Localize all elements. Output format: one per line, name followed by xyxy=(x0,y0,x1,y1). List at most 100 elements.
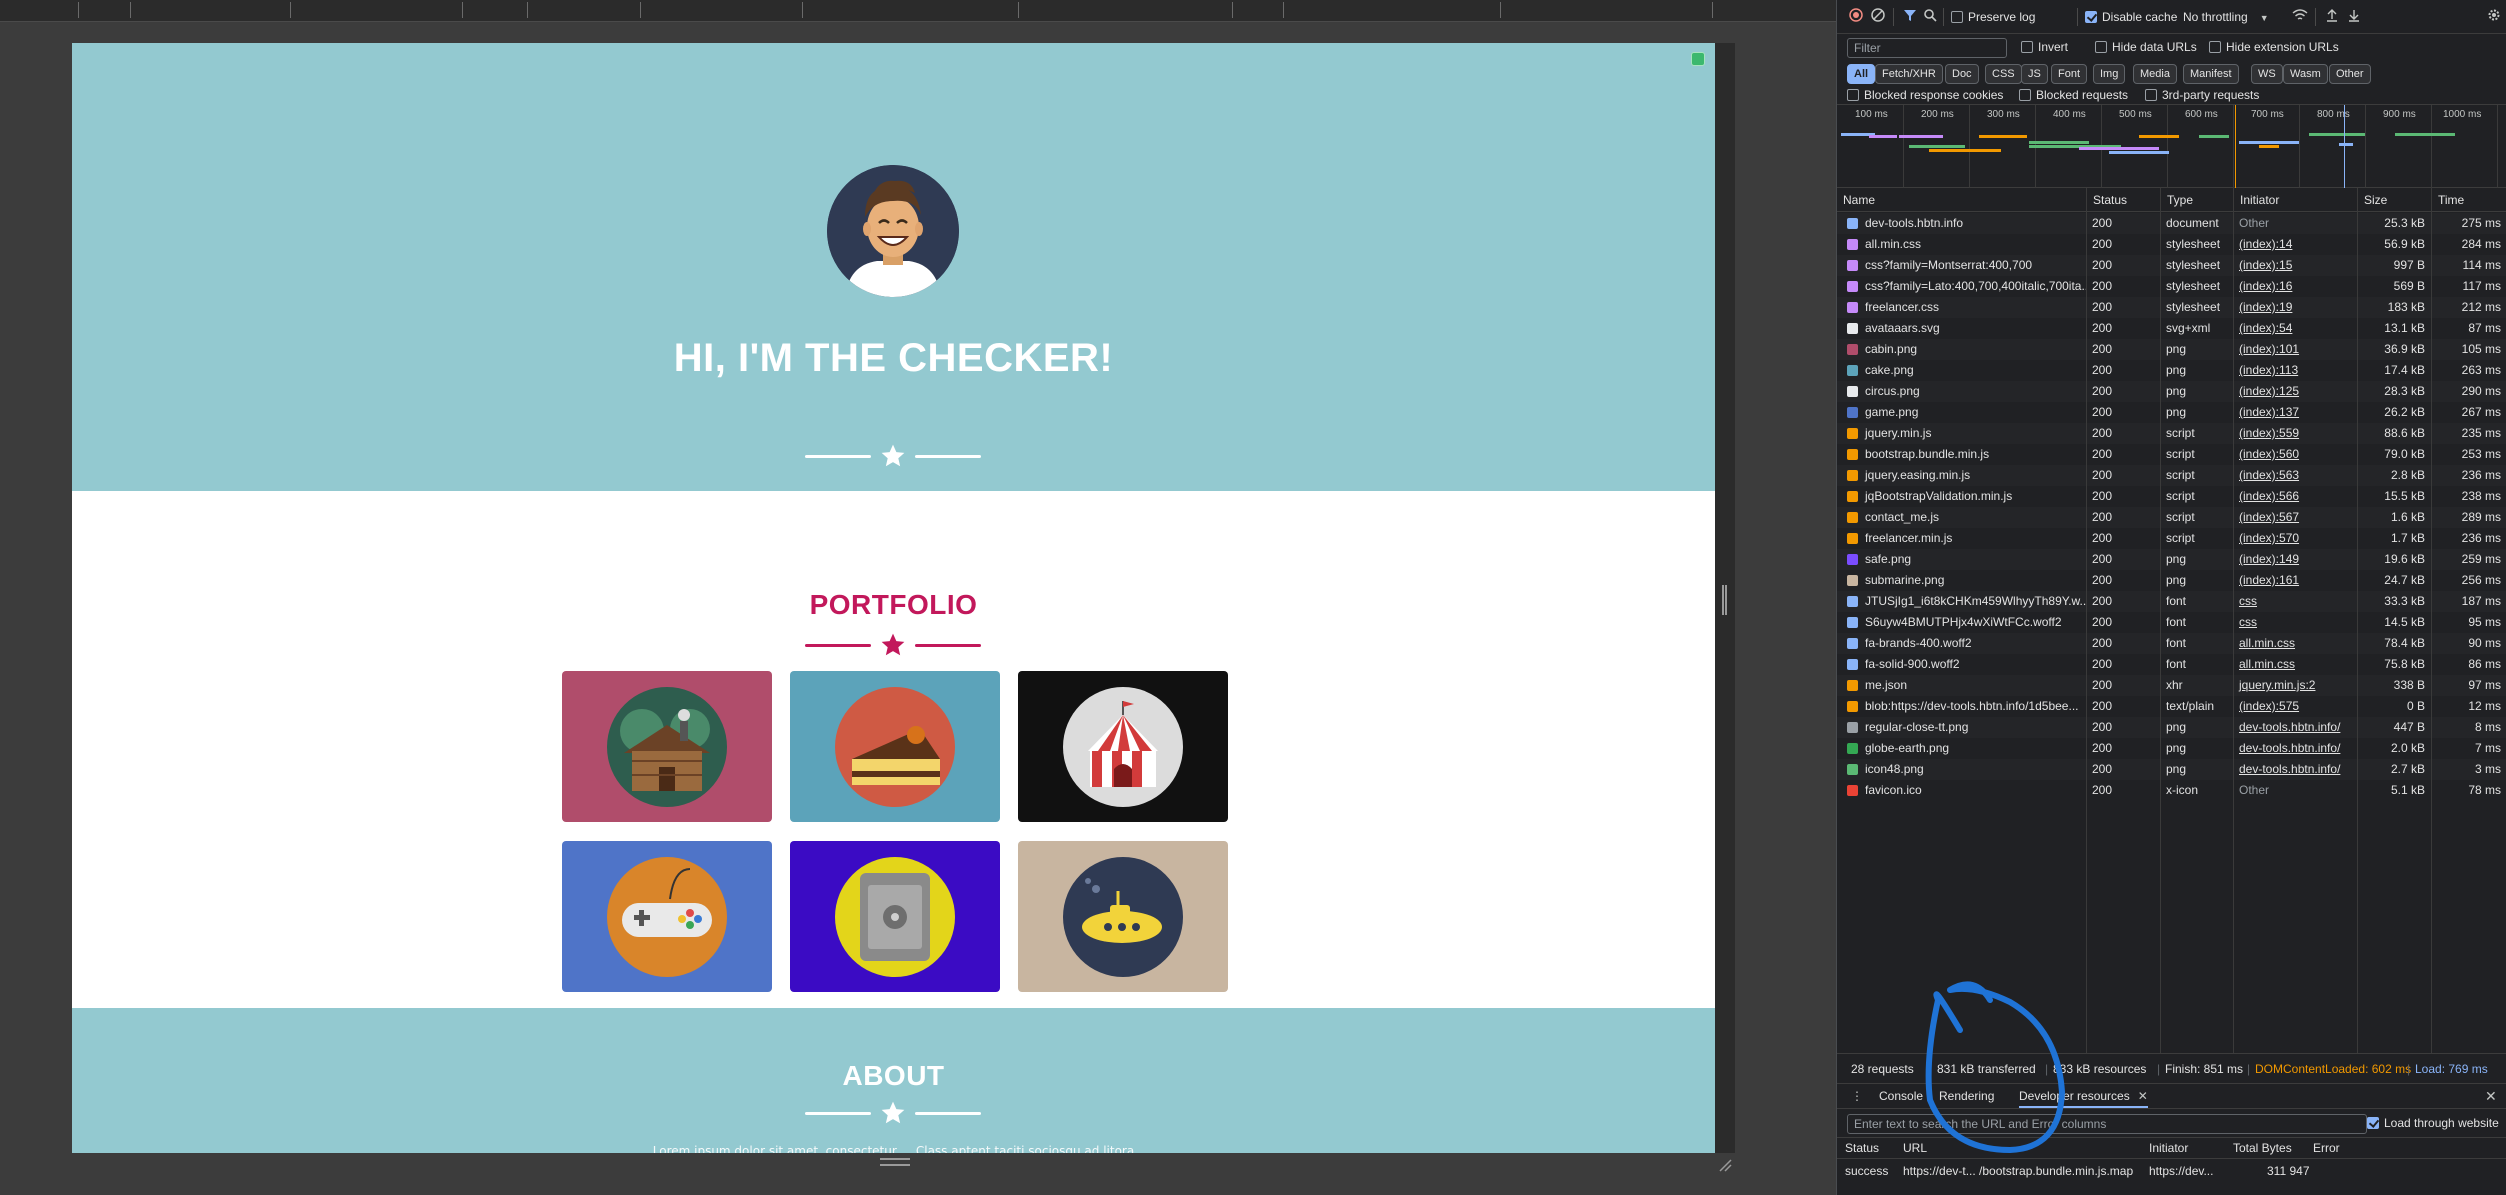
cell-initiator[interactable]: (index):149 xyxy=(2233,549,2357,570)
col-error[interactable]: Error xyxy=(2313,1138,2340,1158)
column-divider[interactable] xyxy=(2431,188,2432,1053)
tab-rendering[interactable]: Rendering xyxy=(1939,1084,1994,1108)
load-through-website-checkbox[interactable]: Load through website xyxy=(2367,1114,2499,1132)
cell-initiator[interactable]: (index):19 xyxy=(2233,297,2357,318)
tab-developer-resources[interactable]: Developer resources ✕ xyxy=(2019,1084,2148,1108)
column-divider[interactable] xyxy=(2160,188,2161,1053)
type-filter-manifest[interactable]: Manifest xyxy=(2183,64,2239,84)
resize-handle-bottom[interactable] xyxy=(880,1158,910,1166)
cell-initiator[interactable]: (index):14 xyxy=(2233,234,2357,255)
cell-initiator[interactable]: (index):161 xyxy=(2233,570,2357,591)
request-row[interactable]: all.min.css 200 stylesheet (index):14 56.9 k… xyxy=(1837,234,2506,255)
cell-initiator[interactable]: all.min.css xyxy=(2233,654,2357,675)
portfolio-tile-game[interactable] xyxy=(562,841,772,992)
developer-resource-row[interactable]: success https://dev-t... /bootstrap.bund… xyxy=(1837,1160,2506,1182)
filter-input[interactable]: Filter xyxy=(1847,38,2007,58)
request-row[interactable]: jqBootstrapValidation.min.js 200 script (in… xyxy=(1837,486,2506,507)
type-filter-media[interactable]: Media xyxy=(2133,64,2177,84)
cell-initiator[interactable]: (index):560 xyxy=(2233,444,2357,465)
portfolio-tile-cabin[interactable] xyxy=(562,671,772,822)
blocked-requests-checkbox[interactable]: Blocked requests xyxy=(2019,86,2128,104)
type-filter-img[interactable]: Img xyxy=(2093,64,2126,84)
cell-initiator[interactable]: jquery.min.js:2 xyxy=(2233,675,2357,696)
cell-initiator[interactable]: (index):566 xyxy=(2233,486,2357,507)
column-divider[interactable] xyxy=(2086,188,2087,1053)
col-total-bytes[interactable]: Total Bytes xyxy=(2233,1138,2292,1158)
request-row[interactable]: regular-close-tt.png 200 png dev-tools.hbtn… xyxy=(1837,717,2506,738)
type-filter-wasm[interactable]: Wasm xyxy=(2283,64,2328,84)
col-initiator[interactable]: Initiator xyxy=(2149,1138,2188,1158)
cell-initiator[interactable]: (index):54 xyxy=(2233,318,2357,339)
request-row[interactable]: blob:https://dev-tools.hbtn.info/1d5bee.… xyxy=(1837,696,2506,717)
request-row[interactable]: contact_me.js 200 script (index):567 1.6 kB 2… xyxy=(1837,507,2506,528)
request-row[interactable]: jquery.min.js 200 script (index):559 88.6 kB… xyxy=(1837,423,2506,444)
type-filter-fetchxhr[interactable]: Fetch/XHR xyxy=(1875,64,1943,84)
col-status[interactable]: Status xyxy=(1845,1138,1879,1158)
cell-initiator[interactable]: (index):570 xyxy=(2233,528,2357,549)
type-filter-doc[interactable]: Doc xyxy=(1945,64,1979,84)
invert-checkbox[interactable]: Invert xyxy=(2021,38,2068,56)
cell-initiator[interactable]: (index):125 xyxy=(2233,381,2357,402)
request-row[interactable]: bootstrap.bundle.min.js 200 script (index):… xyxy=(1837,444,2506,465)
col-url[interactable]: URL xyxy=(1903,1138,1927,1158)
export-har-icon[interactable] xyxy=(2345,8,2363,26)
request-row[interactable]: jquery.easing.min.js 200 script (index):563… xyxy=(1837,465,2506,486)
request-row[interactable]: globe-earth.png 200 png dev-tools.hbtn.info… xyxy=(1837,738,2506,759)
request-row[interactable]: cabin.png 200 png (index):101 36.9 kB 105 ms xyxy=(1837,339,2506,360)
close-drawer-icon[interactable]: ✕ xyxy=(2485,1084,2497,1108)
cell-initiator[interactable]: (index):559 xyxy=(2233,423,2357,444)
col-initiator[interactable]: Initiator xyxy=(2233,188,2357,212)
col-status[interactable]: Status xyxy=(2086,188,2160,212)
portfolio-tile-cake[interactable] xyxy=(790,671,1000,822)
request-row[interactable]: submarine.png 200 png (index):161 24.7 kB 256… xyxy=(1837,570,2506,591)
request-row[interactable]: css?family=Lato:400,700,400italic,700ita… xyxy=(1837,276,2506,297)
type-filter-js[interactable]: JS xyxy=(2021,64,2048,84)
request-row[interactable]: icon48.png 200 png dev-tools.hbtn.info/2.7 … xyxy=(1837,759,2506,780)
cell-initiator[interactable]: dev-tools.hbtn.info/ xyxy=(2233,717,2357,738)
cell-initiator[interactable]: (index):575 xyxy=(2233,696,2357,717)
col-name[interactable]: Name xyxy=(1837,188,2086,212)
request-row[interactable]: cake.png 200 png (index):113 17.4 kB 263 ms xyxy=(1837,360,2506,381)
developer-resources-search-input[interactable]: Enter text to search the URL and Error c… xyxy=(1847,1114,2367,1134)
extension-icon[interactable] xyxy=(1691,52,1705,66)
column-divider[interactable] xyxy=(2233,188,2234,1053)
request-row[interactable]: me.json 200 xhr jquery.min.js:2 338 B 97 ms xyxy=(1837,675,2506,696)
disable-cache-checkbox[interactable]: Disable cache xyxy=(2085,8,2177,26)
type-filter-ws[interactable]: WS xyxy=(2251,64,2283,84)
settings-gear-icon[interactable] xyxy=(2485,8,2503,26)
type-filter-font[interactable]: Font xyxy=(2051,64,2088,84)
col-size[interactable]: Size xyxy=(2357,188,2431,212)
column-divider[interactable] xyxy=(2357,188,2358,1053)
request-row[interactable]: freelancer.css 200 stylesheet (index):19 183… xyxy=(1837,297,2506,318)
request-row[interactable]: fa-solid-900.woff2 200 font all.min.css 75.8… xyxy=(1837,654,2506,675)
request-row[interactable]: circus.png 200 png (index):125 28.3 kB 290 ms xyxy=(1837,381,2506,402)
close-tab-icon[interactable]: ✕ xyxy=(2138,1089,2148,1103)
hide-extension-urls-checkbox[interactable]: Hide extension URLs xyxy=(2209,38,2339,56)
request-row[interactable]: freelancer.min.js 200 script (index):570 1.7… xyxy=(1837,528,2506,549)
request-row[interactable]: JTUSjIg1_i6t8kCHKm459WlhyyTh89Y.w... 200 f… xyxy=(1837,591,2506,612)
throttling-select[interactable]: No throttling ▼ xyxy=(2183,8,2269,26)
record-icon[interactable] xyxy=(1847,8,1865,26)
filter-icon[interactable] xyxy=(1901,8,1919,26)
request-row[interactable]: avataaars.svg 200 svg+xml (index):54 13.1 kB… xyxy=(1837,318,2506,339)
type-filter-all[interactable]: All xyxy=(1847,64,1876,84)
resize-corner-icon[interactable] xyxy=(1718,1158,1732,1172)
portfolio-tile-circus[interactable] xyxy=(1018,671,1228,822)
cell-initiator[interactable]: (index):137 xyxy=(2233,402,2357,423)
portfolio-tile-submarine[interactable] xyxy=(1018,841,1228,992)
request-row[interactable]: safe.png 200 png (index):149 19.6 kB 259 ms xyxy=(1837,549,2506,570)
cell-initiator[interactable]: dev-tools.hbtn.info/ xyxy=(2233,759,2357,780)
request-row[interactable]: S6uyw4BMUTPHjx4wXiWtFCc.woff2 200 font css 1… xyxy=(1837,612,2506,633)
emulated-page[interactable]: HI, I'M THE CHECKER! PORTFOLIO ABOUT Lor… xyxy=(72,43,1715,1153)
cell-initiator[interactable]: (index):563 xyxy=(2233,465,2357,486)
cell-initiator[interactable]: (index):15 xyxy=(2233,255,2357,276)
cell-initiator[interactable]: all.min.css xyxy=(2233,633,2357,654)
blocked-cookies-checkbox[interactable]: Blocked response cookies xyxy=(1847,86,2003,104)
request-row[interactable]: favicon.ico 200 x-icon Other 5.1 kB 78 ms xyxy=(1837,780,2506,801)
search-icon[interactable] xyxy=(1921,8,1939,26)
clear-icon[interactable] xyxy=(1869,8,1887,26)
timeline-overview[interactable]: 100 ms 200 ms 300 ms 400 ms 500 ms 600 ms 700 … xyxy=(1837,104,2506,189)
col-time[interactable]: Time xyxy=(2431,188,2506,212)
request-row[interactable]: game.png 200 png (index):137 26.2 kB 267 ms xyxy=(1837,402,2506,423)
cell-initiator[interactable]: css xyxy=(2233,591,2357,612)
